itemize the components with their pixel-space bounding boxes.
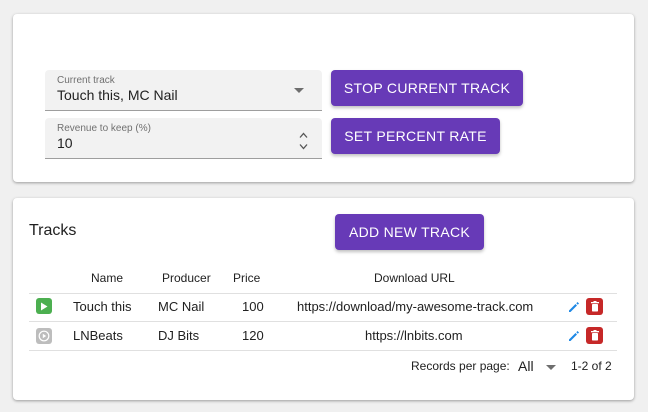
current-track-value: Touch this, MC Nail bbox=[57, 87, 178, 103]
stop-current-track-button[interactable]: STOP CURRENT TRACK bbox=[331, 70, 523, 106]
column-header-producer[interactable]: Producer bbox=[162, 271, 211, 285]
track-download-url: https://lnbits.com bbox=[365, 328, 463, 343]
number-stepper[interactable] bbox=[299, 131, 308, 153]
play-icon[interactable] bbox=[36, 298, 52, 314]
track-price: 100 bbox=[242, 299, 264, 314]
delete-icon[interactable] bbox=[586, 298, 603, 315]
track-producer: DJ Bits bbox=[158, 328, 200, 343]
increment-icon[interactable] bbox=[299, 131, 308, 140]
records-per-page-value: All bbox=[518, 358, 534, 374]
revenue-input[interactable]: Revenue to keep (%) 10 bbox=[45, 118, 322, 159]
delete-icon[interactable] bbox=[586, 327, 603, 344]
revenue-label: Revenue to keep (%) bbox=[57, 123, 151, 134]
track-producer: MC Nail bbox=[158, 299, 205, 314]
current-track-select[interactable]: Current track Touch this, MC Nail bbox=[45, 70, 322, 111]
track-download-url: https://download/my-awesome-track.com bbox=[297, 299, 534, 314]
edit-icon[interactable] bbox=[567, 300, 581, 314]
current-track-label: Current track bbox=[57, 75, 115, 86]
edit-icon[interactable] bbox=[567, 329, 581, 343]
player-card: Current track Touch this, MC Nail STOP C… bbox=[13, 14, 634, 182]
header-divider bbox=[29, 293, 617, 294]
chevron-down-icon[interactable] bbox=[546, 365, 556, 370]
records-per-page-label: Records per page: bbox=[411, 359, 510, 373]
play-circle-icon[interactable] bbox=[36, 328, 52, 344]
revenue-value: 10 bbox=[57, 135, 73, 151]
row-divider bbox=[29, 321, 617, 322]
column-header-name[interactable]: Name bbox=[91, 271, 123, 285]
pagination-info: 1-2 of 2 bbox=[571, 359, 612, 373]
decrement-icon[interactable] bbox=[299, 142, 308, 151]
track-name: LNBeats bbox=[73, 328, 123, 343]
row-divider bbox=[29, 350, 617, 351]
tracks-title: Tracks bbox=[29, 222, 77, 239]
column-header-download-url[interactable]: Download URL bbox=[374, 271, 455, 285]
records-per-page-select[interactable]: All bbox=[516, 356, 560, 376]
column-header-price[interactable]: Price bbox=[233, 271, 260, 285]
track-price: 120 bbox=[242, 328, 264, 343]
set-percent-rate-button[interactable]: SET PERCENT RATE bbox=[331, 118, 500, 154]
add-new-track-button[interactable]: ADD NEW TRACK bbox=[335, 214, 484, 250]
tracks-card: Tracks ADD NEW TRACK Name Producer Price… bbox=[13, 198, 634, 400]
chevron-down-icon[interactable] bbox=[294, 88, 304, 93]
track-name: Touch this bbox=[73, 299, 132, 314]
